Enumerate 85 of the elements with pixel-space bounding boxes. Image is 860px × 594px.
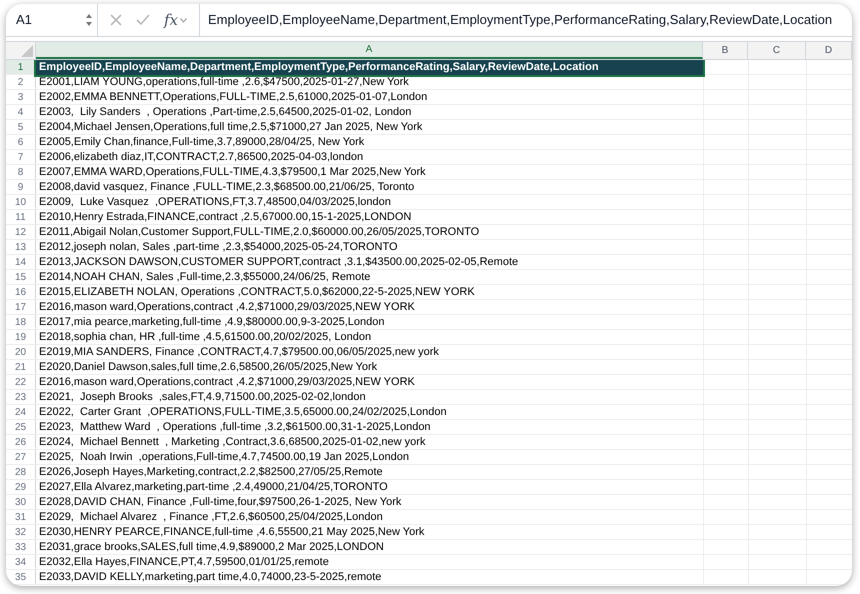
row-header[interactable]: 32	[6, 525, 36, 539]
row-header[interactable]: 23	[6, 390, 36, 404]
row-header[interactable]: 2	[6, 75, 36, 89]
table-cell-text: E2030,HENRY PEARCE,FINANCE,full-time ,4.6,55500,21 May 2025,New York	[38, 525, 426, 540]
table-cell-text: E2009, Luke Vasquez ,OPERATIONS,FT,3.7,48500,04/03/2025,london	[38, 195, 392, 210]
table-cell-text: E2001,LIAM YOUNG,operations,full-time ,2.6,$47500,2025-01-27,New York	[38, 75, 410, 90]
table-cell-text: E2021, Joseph Brooks ,sales,FT,4.9,71500.00,2025-02-02,london	[38, 390, 367, 405]
table-cell-text: E2013,JACKSON DAWSON,CUSTOMER SUPPORT,contract ,3.1,$43500.00,2025-02-05,Remote	[38, 255, 520, 270]
table-cell-text: E2028,DAVID CHAN, Finance ,Full-time,four,$97500,26-1-2025, New York	[38, 495, 402, 510]
spinner-icon[interactable]	[85, 12, 93, 28]
table-cell-text: E2032,Ella Hayes,FINANCE,PT,4.7,59500,01/01/25,remote	[38, 555, 330, 570]
table-cell-text: E2015,ELIZABETH NOLAN, Operations ,CONTRACT,5.0,$62000,22-5-2025,NEW YORK	[38, 285, 476, 300]
cell-reference: A1	[16, 11, 32, 30]
row-header[interactable]: 29	[6, 480, 36, 494]
table-cell-text: E2031,grace brooks,SALES,full time,4.9,$89000,2 Mar 2025,LONDON	[38, 540, 385, 555]
table-cell-text: E2027,Ella Alvarez,marketing,part-time ,2.4,49000,21/04/25,TORONTO	[38, 480, 389, 495]
row-header[interactable]: 24	[6, 405, 36, 419]
row-header[interactable]: 31	[6, 510, 36, 524]
function-button[interactable]: fx	[164, 8, 188, 32]
row-header[interactable]: 26	[6, 435, 36, 449]
row-header[interactable]: 8	[6, 165, 36, 179]
caret-icon	[180, 18, 188, 22]
row-header[interactable]: 34	[6, 555, 36, 569]
row-header[interactable]: 19	[6, 330, 36, 344]
row-header[interactable]: 20	[6, 345, 36, 359]
row-header[interactable]: 7	[6, 150, 36, 164]
check-icon[interactable]	[136, 14, 150, 26]
table-cell-text: E2010,Henry Estrada,FINANCE,contract ,2.5,67000.00,15-1-2025,LONDON	[38, 210, 412, 225]
row-header[interactable]: 12	[6, 225, 36, 239]
table-cell-text: E2018,sophia chan, HR ,full-time ,4.5,61500.00,20/02/2025, London	[38, 330, 372, 345]
table-cell-text: E2011,Abigail Nolan,Customer Support,FULL-TIME,2.0,$60000.00,26/05/2025,TORONTO	[38, 225, 480, 240]
row-header[interactable]: 5	[6, 120, 36, 134]
row-header[interactable]: 17	[6, 300, 36, 314]
table-cell-text: E2012,joseph nolan, Sales ,part-time ,2.3,$54000,2025-05-24,TORONTO	[38, 240, 399, 255]
table-cell-text: E2022, Carter Grant ,OPERATIONS,FULL-TIME,3.5,65000.00,24/02/2025,London	[38, 405, 448, 420]
table-cell-text: E2003, Lily Sanders , Operations ,Part-time,2.5,64500,2025-01-02, London	[38, 105, 412, 120]
table-cell-text: E2002,EMMA BENNETT,Operations,FULL-TIME,2.5,61000,2025-01-07,London	[38, 90, 428, 105]
row-header[interactable]: 9	[6, 180, 36, 194]
row-header[interactable]: 14	[6, 255, 36, 269]
row-header[interactable]: 22	[6, 375, 36, 389]
table-cell-text: E2029, Michael Alvarez , Finance ,FT,2.6,$60500,25/04/2025,London	[38, 510, 384, 525]
column-header[interactable]: D	[806, 42, 852, 59]
row-header[interactable]: 3	[6, 90, 36, 104]
row-header[interactable]: 1	[6, 60, 36, 74]
row-header[interactable]: 11	[6, 210, 36, 224]
row-header[interactable]: 15	[6, 270, 36, 284]
table-cell-text: E2025, Noah Irwin ,operations,Full-time,4.7,74500.00,19 Jan 2025,London	[38, 450, 410, 465]
row-header[interactable]: 30	[6, 495, 36, 509]
table-cell-text: E2033,DAVID KELLY,marketing,part time,4.0,74000,23-5-2025,remote	[38, 570, 382, 585]
row-header[interactable]: 25	[6, 420, 36, 434]
table-cell-text: E2019,MIA SANDERS, Finance ,CONTRACT,4.7,$79500.00,06/05/2025,new york	[38, 345, 440, 360]
table-cell-text: E2005,Emily Chan,finance,Full-time,3.7,89000,28/04/25, New York	[38, 135, 366, 150]
table-cell-text: E2014,NOAH CHAN, Sales ,Full-time,2.3,$55000,24/06/25, Remote	[38, 270, 372, 285]
cancel-icon[interactable]	[110, 14, 122, 26]
table-cell-text: E2016,mason ward,Operations,contract ,4.2,$71000,29/03/2025,NEW YORK	[38, 375, 416, 390]
column-header[interactable]: C	[748, 42, 806, 59]
row-header[interactable]: 21	[6, 360, 36, 374]
table-cell-text: E2008,david vasquez, Finance ,FULL-TIME,2.3,$68500.00,21/06/25, Toronto	[38, 180, 416, 195]
row-header[interactable]: 33	[6, 540, 36, 554]
name-box[interactable]: A1	[6, 4, 98, 36]
table-cell-text: E2006,elizabeth diaz,IT,CONTRACT,2.7,86500,2025-04-03,london	[38, 150, 364, 165]
table-cell-text: E2004,Michael Jensen,Operations,full time,2.5,$71000,27 Jan 2025, New York	[38, 120, 424, 135]
row-header[interactable]: 28	[6, 465, 36, 479]
table-cell-text: E2007,EMMA WARD,Operations,FULL-TIME,4.3,$79500,1 Mar 2025,New York	[38, 165, 427, 180]
row-header[interactable]: 6	[6, 135, 36, 149]
formula-text: EmployeeID,EmployeeName,Department,EmploymentType,PerformanceRating,Salary,ReviewDate,Location	[208, 11, 832, 30]
column-header[interactable]: B	[703, 42, 748, 59]
function-label: fx	[164, 10, 178, 31]
row-header[interactable]: 27	[6, 450, 36, 464]
selected-cell: EmployeeID,EmployeeName,Department,EmploymentType,PerformanceRating,Salary,ReviewDate,Location	[36, 60, 703, 75]
table-cell-text: E2023, Matthew Ward , Operations ,full-time ,3.2,$61500.00,31-1-2025,London	[38, 420, 432, 435]
row-header[interactable]: 35	[6, 570, 36, 584]
row-header[interactable]: 13	[6, 240, 36, 254]
table-cell-text: E2024, Michael Bennett , Marketing ,Contract,3.6,68500,2025-01-02,new york	[38, 435, 426, 450]
table-cell-text: E2026,Joseph Hayes,Marketing,contract,2.2,$82500,27/05/25,Remote	[38, 465, 384, 480]
table-cell-text: E2016,mason ward,Operations,contract ,4.2,$71000,29/03/2025,NEW YORK	[38, 300, 416, 315]
row-header[interactable]: 4	[6, 105, 36, 119]
row-header[interactable]: 18	[6, 315, 36, 329]
row-header[interactable]: 10	[6, 195, 36, 209]
table-cell-text: E2017,mia pearce,marketing,full-time ,4.9,$80000.00,9-3-2025,London	[38, 315, 386, 330]
corner-triangle-icon	[21, 45, 33, 57]
formula-field[interactable]: EmployeeID,EmployeeName,Department,EmploymentType,PerformanceRating,Salary,ReviewDate,Location	[199, 4, 852, 36]
row-header[interactable]: 16	[6, 285, 36, 299]
column-header[interactable]: A	[36, 42, 703, 59]
table-cell-text: E2020,Daniel Dawson,sales,full time,2.6,58500,26/05/2025,New York	[38, 360, 378, 375]
